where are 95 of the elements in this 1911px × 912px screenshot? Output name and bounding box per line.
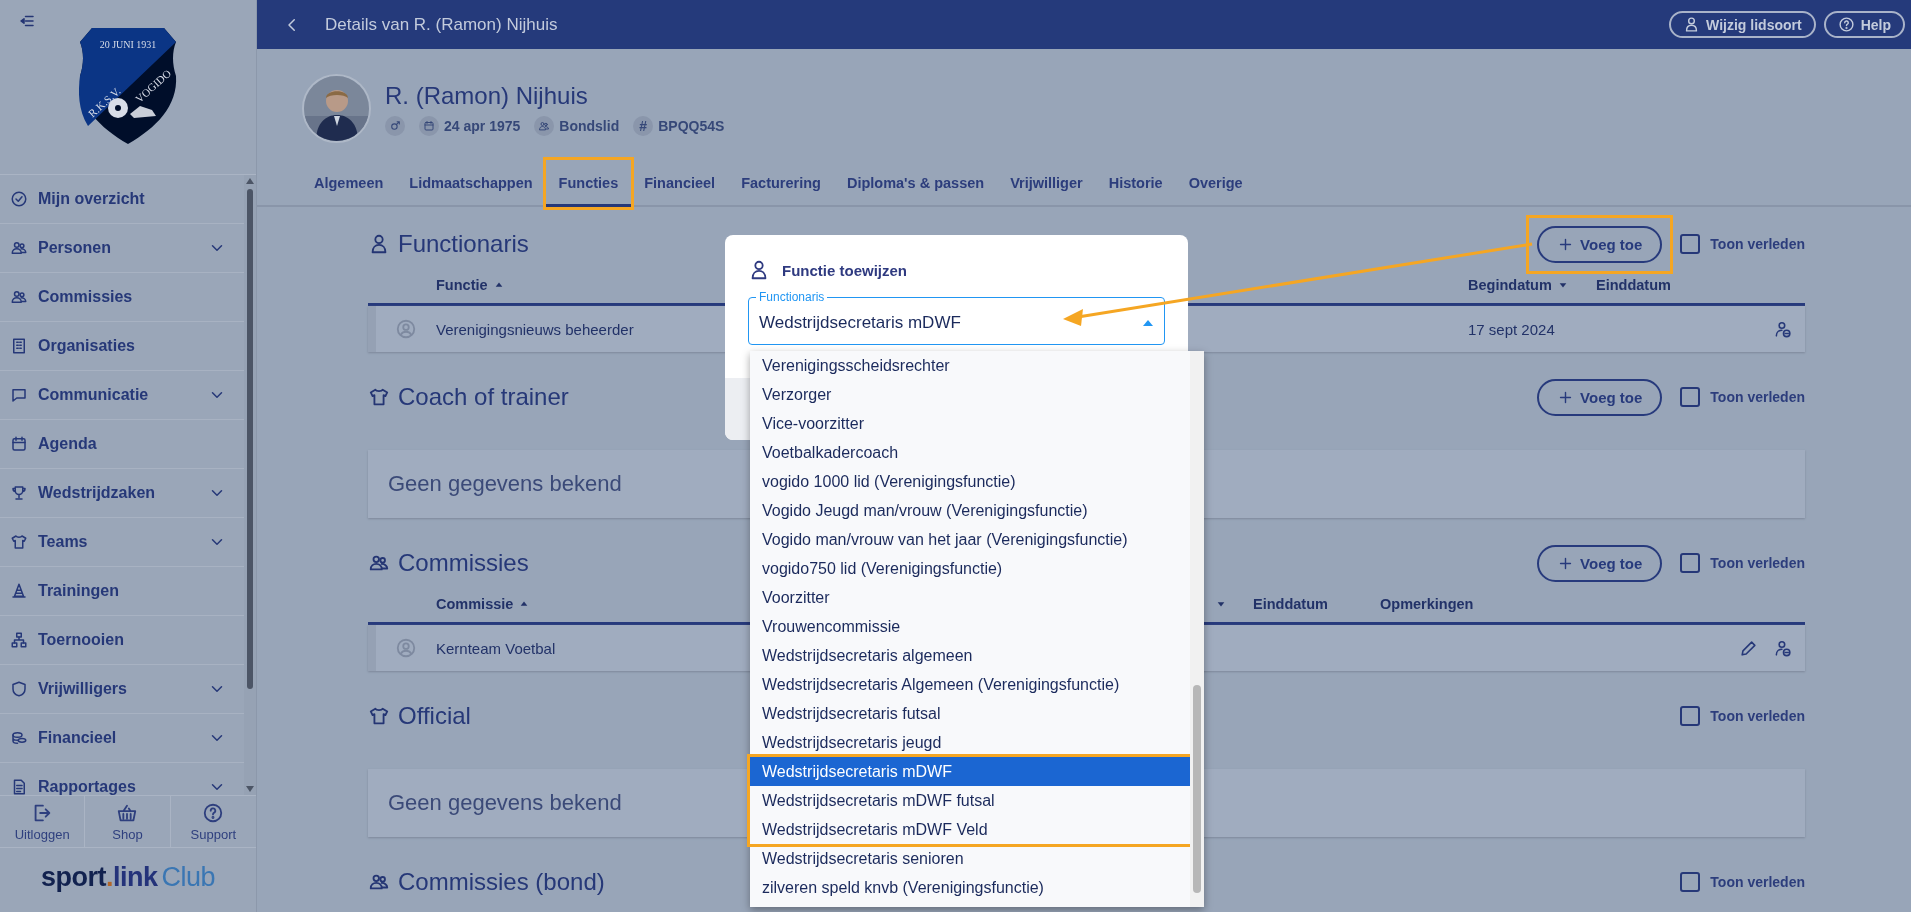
brand-logo: sport.linkClub [40, 862, 216, 893]
checkbox-label: Toon verleden [1710, 236, 1805, 252]
dropdown-option[interactable]: Voorzitter [750, 583, 1190, 612]
footer-button[interactable]: Support [170, 796, 256, 847]
add-button[interactable]: Voeg toe [1537, 378, 1663, 416]
dropdown-option[interactable]: Vogido man/vrouw van het jaar (Verenigingsfunctie) [750, 525, 1190, 554]
dropdown-option[interactable]: Vice-voorzitter [750, 409, 1190, 438]
checkbox[interactable] [1680, 706, 1701, 726]
dropdown-option[interactable]: Verenigingsscheidsrechter [750, 351, 1190, 380]
cone-icon [10, 582, 28, 600]
trophy-icon [10, 484, 28, 502]
calendar-icon [423, 119, 435, 132]
pencil-icon [1739, 638, 1758, 658]
dropdown-option[interactable]: Wedstrijdsecretaris senioren [750, 844, 1190, 873]
person-remove-icon [1774, 638, 1793, 658]
people-icon [10, 239, 28, 257]
checkbox[interactable] [1680, 387, 1701, 407]
page-title: Details van R. (Ramon) Nijhuis [325, 14, 559, 35]
checkbox-label: Toon verleden [1710, 389, 1805, 405]
tab[interactable]: Diploma's & passen [833, 160, 998, 207]
membership-type: Bondslid [559, 117, 620, 134]
add-button[interactable]: Voeg toe [1537, 225, 1663, 263]
shirt-icon [10, 533, 28, 551]
shirt-icon [368, 386, 390, 408]
people-icon [10, 288, 28, 306]
dropdown-option[interactable]: Wedstrijdsecretaris mDWF [750, 757, 1190, 786]
question-circle-icon [1837, 16, 1855, 33]
calendar-icon [10, 435, 28, 453]
checkbox[interactable] [1680, 553, 1701, 573]
tab[interactable]: Vrijwilliger [997, 160, 1096, 207]
section-title: Official [398, 702, 471, 730]
tab[interactable]: Facturering [728, 160, 834, 207]
tab[interactable]: Overige [1175, 160, 1256, 207]
sitemap-icon [10, 631, 28, 649]
chat-icon [10, 386, 28, 404]
coins-icon [10, 729, 28, 747]
section-title: Commissies [398, 549, 529, 577]
male-icon [388, 119, 402, 132]
dropdown-option[interactable]: Vrouwencommissie [750, 612, 1190, 641]
column-header[interactable]: Einddatum [1253, 596, 1328, 612]
section-title: Coach of trainer [398, 383, 569, 411]
checkbox-label: Toon verleden [1710, 874, 1805, 890]
checkbox-label: Toon verleden [1710, 708, 1805, 724]
dropdown-option[interactable]: zilveren speld knvb (Verenigingsfunctie) [750, 873, 1190, 902]
table-cell: 17 sept 2024 [1468, 320, 1555, 338]
dropdown-option[interactable]: vogido 1000 lid (Verenigingsfunctie) [750, 467, 1190, 496]
section-title: Functionaris [398, 230, 529, 258]
dropdown-option[interactable]: Wedstrijdsecretaris mDWF futsal [750, 786, 1190, 815]
checkbox[interactable] [1680, 872, 1701, 892]
dropdown-option[interactable]: Wedstrijdsecretaris futsal [750, 699, 1190, 728]
tab[interactable]: Lidmaatschappen [396, 160, 546, 207]
hash-icon: # [633, 115, 654, 136]
checkbox[interactable] [1680, 234, 1701, 254]
relation-code: BPQQ54S [658, 117, 725, 134]
people-icon [538, 119, 551, 132]
footer-button[interactable]: Uitloggen [0, 796, 86, 847]
scrollbar[interactable] [1190, 351, 1204, 907]
dropdown-option[interactable]: Wedstrijdsecretaris jeugd [750, 728, 1190, 757]
section-title: Commissies (bond) [398, 868, 605, 896]
header-button[interactable]: Help [1823, 11, 1905, 38]
dropdown-option[interactable]: Verzorger [750, 380, 1190, 409]
header-button[interactable]: Wijzig lidsoort [1669, 11, 1816, 38]
check-circle-icon [10, 190, 28, 208]
tab[interactable]: Financieel [631, 160, 729, 207]
user-circle-icon [395, 318, 417, 340]
footer-button[interactable]: Shop [85, 796, 171, 847]
shield-icon [10, 680, 28, 698]
checkbox-label: Toon verleden [1710, 555, 1805, 571]
caret-up-icon [1142, 319, 1154, 327]
table-cell: Kernteam Voetbal [436, 639, 556, 657]
user-circle-icon [395, 637, 417, 659]
person-name: R. (Ramon) Nijhuis [385, 81, 589, 110]
shirt-icon [368, 705, 390, 727]
table-cell: Verenigingsnieuws beheerder [436, 320, 634, 338]
dropdown-option[interactable]: vogido750 lid (Verenigingsfunctie) [750, 554, 1190, 583]
tab[interactable]: Historie [1095, 160, 1176, 207]
edit-button[interactable] [1739, 638, 1758, 658]
question-circle-icon [202, 802, 225, 824]
column-header[interactable]: Commissie [436, 596, 514, 612]
unassign-button[interactable] [1774, 319, 1793, 339]
unassign-button[interactable] [1774, 638, 1793, 658]
person-remove-icon [1774, 319, 1793, 339]
column-header[interactable]: Opmerkingen [1380, 596, 1474, 612]
basket-icon [116, 802, 139, 824]
add-button[interactable]: Voeg toe [1537, 544, 1663, 582]
dropdown-option[interactable]: Wedstrijdsecretaris Algemeen (Verenigingsfunctie) [750, 670, 1190, 699]
tab[interactable]: Algemeen [301, 160, 397, 207]
column-header[interactable]: Einddatum [1596, 277, 1671, 293]
dropdown-option[interactable]: Wedstrijdsecretaris algemeen [750, 641, 1190, 670]
tab[interactable]: Functies [545, 160, 632, 207]
column-header[interactable]: Begindatum [1468, 277, 1552, 293]
column-header[interactable]: Functie [436, 277, 488, 293]
scrollbar[interactable] [244, 175, 256, 795]
birth-date: 24 apr 1975 [444, 117, 521, 134]
dialog-title: Functie toewijzen [782, 261, 907, 279]
